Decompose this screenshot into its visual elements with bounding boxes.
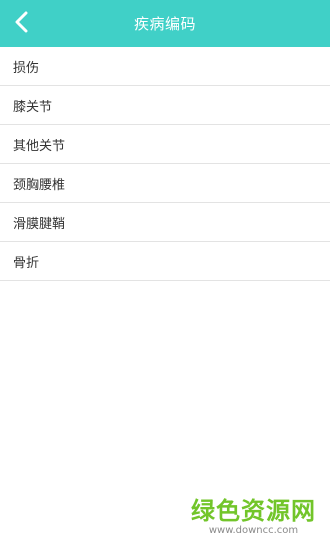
watermark: 绿色资源网 www.downcc.com (191, 499, 316, 536)
list-item-label: 滑膜腱鞘 (13, 216, 66, 232)
list-item-label: 膝关节 (13, 99, 53, 115)
list-item-label: 损伤 (13, 60, 40, 76)
list-item-label: 颈胸腰椎 (13, 177, 66, 193)
watermark-url: www.downcc.com (208, 525, 299, 536)
disease-category-list: 损伤 膝关节 其他关节 颈胸腰椎 滑膜腱鞘 骨折 (0, 47, 330, 281)
list-item-spine[interactable]: 颈胸腰椎 (0, 164, 330, 203)
watermark-title: 绿色资源网 (191, 497, 316, 525)
list-item-knee-joint[interactable]: 膝关节 (0, 86, 330, 125)
screen: 疾病编码 损伤 膝关节 其他关节 颈胸腰椎 滑膜腱鞘 骨折 绿色资源网 www.… (0, 0, 330, 550)
list-item-synovium-tendon-sheath[interactable]: 滑膜腱鞘 (0, 203, 330, 242)
list-item-other-joints[interactable]: 其他关节 (0, 125, 330, 164)
back-button[interactable] (6, 8, 38, 40)
list-item-label: 其他关节 (13, 138, 66, 154)
chevron-left-icon (13, 11, 31, 37)
page-title: 疾病编码 (133, 15, 196, 33)
app-header: 疾病编码 (0, 0, 330, 47)
list-item-injury[interactable]: 损伤 (0, 47, 330, 86)
list-item-label: 骨折 (13, 255, 40, 271)
list-item-fracture[interactable]: 骨折 (0, 242, 330, 281)
